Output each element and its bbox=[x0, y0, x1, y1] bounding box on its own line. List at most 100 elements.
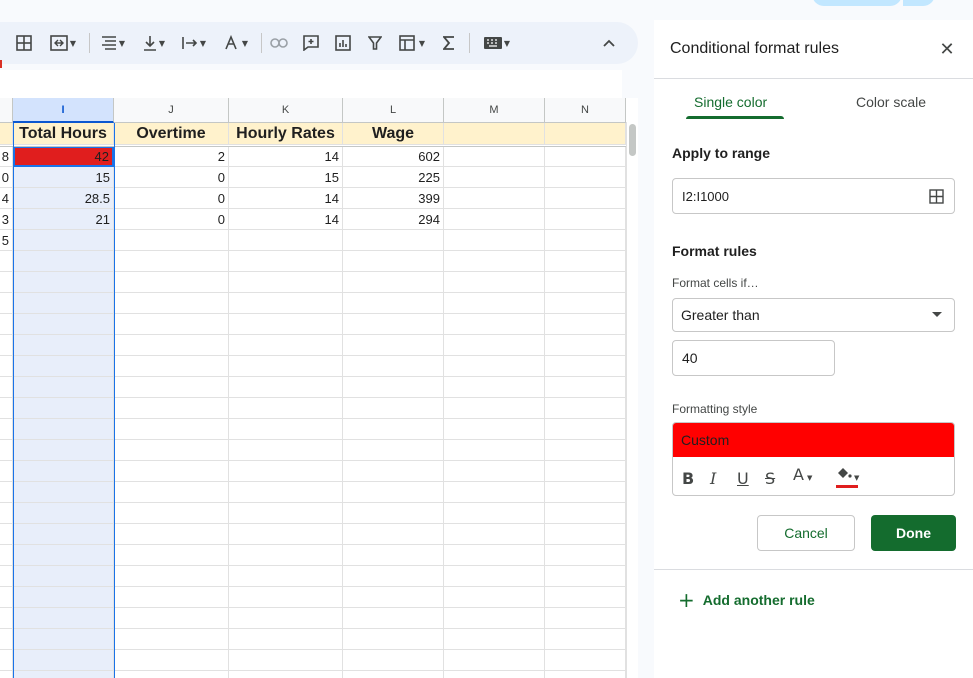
grid-cell[interactable] bbox=[545, 188, 626, 209]
grid-cell[interactable] bbox=[13, 671, 114, 678]
grid-cell[interactable] bbox=[13, 482, 114, 503]
grid-cell[interactable] bbox=[0, 650, 13, 671]
grid-cell[interactable] bbox=[114, 398, 229, 419]
style-preset-dropdown[interactable]: Custom bbox=[673, 423, 954, 457]
grid-cell[interactable] bbox=[114, 650, 229, 671]
grid-cell[interactable] bbox=[444, 356, 545, 377]
table-views-icon[interactable]: ▼ bbox=[394, 31, 430, 55]
grid-cell[interactable] bbox=[0, 482, 13, 503]
condition-value-input[interactable]: 40 bbox=[672, 340, 835, 376]
condition-select[interactable]: Greater than bbox=[672, 298, 955, 332]
grid-cell[interactable] bbox=[444, 524, 545, 545]
grid-cell[interactable] bbox=[0, 272, 13, 293]
grid-cell[interactable] bbox=[343, 356, 444, 377]
column-header[interactable]: L bbox=[343, 98, 444, 123]
header-cell[interactable] bbox=[545, 123, 626, 145]
column-header[interactable] bbox=[0, 98, 13, 123]
grid-cell[interactable] bbox=[545, 566, 626, 587]
grid-cell[interactable] bbox=[0, 587, 13, 608]
grid-cell[interactable] bbox=[545, 209, 626, 230]
grid-cell[interactable] bbox=[545, 377, 626, 398]
bold-icon[interactable]: B bbox=[682, 469, 694, 488]
grid-cell[interactable]: 294 bbox=[343, 209, 444, 230]
grid-cell[interactable] bbox=[229, 482, 343, 503]
grid-cell[interactable] bbox=[545, 314, 626, 335]
grid-cell[interactable] bbox=[545, 482, 626, 503]
grid-cell[interactable] bbox=[444, 566, 545, 587]
grid-cell[interactable] bbox=[13, 545, 114, 566]
grid-cell[interactable] bbox=[13, 272, 114, 293]
grid-cell[interactable] bbox=[444, 209, 545, 230]
grid-cell[interactable] bbox=[444, 251, 545, 272]
grid-cell[interactable] bbox=[114, 335, 229, 356]
grid-cell[interactable] bbox=[13, 377, 114, 398]
column-header[interactable]: I bbox=[13, 98, 114, 123]
header-cell[interactable]: Total Hours bbox=[13, 123, 114, 145]
grid-cell[interactable] bbox=[229, 335, 343, 356]
comment-icon[interactable] bbox=[300, 31, 322, 55]
grid-cell[interactable] bbox=[229, 566, 343, 587]
done-button[interactable]: Done bbox=[871, 515, 956, 551]
borders-icon[interactable] bbox=[14, 31, 34, 55]
grid-cell[interactable] bbox=[444, 167, 545, 188]
grid-cell[interactable] bbox=[229, 272, 343, 293]
grid-cell[interactable] bbox=[114, 566, 229, 587]
grid-cell[interactable] bbox=[343, 482, 444, 503]
grid-cell[interactable] bbox=[444, 335, 545, 356]
grid-cell[interactable] bbox=[0, 335, 13, 356]
grid-cell[interactable] bbox=[545, 146, 626, 167]
grid-cell[interactable] bbox=[444, 671, 545, 678]
column-header[interactable]: M bbox=[444, 98, 545, 123]
grid-cell[interactable]: 21 bbox=[13, 209, 114, 230]
scrollbar-thumb[interactable] bbox=[629, 124, 636, 156]
grid-cell[interactable] bbox=[343, 608, 444, 629]
grid-cell[interactable] bbox=[545, 671, 626, 678]
close-icon[interactable]: ✕ bbox=[938, 41, 956, 59]
grid-cell[interactable] bbox=[13, 587, 114, 608]
tab-single-color[interactable]: Single color bbox=[694, 94, 767, 110]
grid-cell[interactable]: 14 bbox=[229, 188, 343, 209]
grid-cell[interactable] bbox=[229, 230, 343, 251]
grid-cell[interactable] bbox=[545, 272, 626, 293]
grid-cell[interactable] bbox=[343, 314, 444, 335]
grid-cell[interactable] bbox=[13, 230, 114, 251]
grid-cell[interactable] bbox=[0, 629, 13, 650]
grid-cell[interactable] bbox=[343, 272, 444, 293]
grid-cell[interactable] bbox=[444, 419, 545, 440]
grid-cell[interactable] bbox=[343, 587, 444, 608]
grid-cell[interactable] bbox=[545, 335, 626, 356]
grid-cell[interactable] bbox=[444, 146, 545, 167]
grid-cell[interactable] bbox=[13, 566, 114, 587]
grid-cell[interactable] bbox=[114, 230, 229, 251]
grid-cell[interactable] bbox=[13, 251, 114, 272]
grid-cell[interactable] bbox=[444, 503, 545, 524]
grid-cell[interactable] bbox=[114, 251, 229, 272]
share-dropdown-button[interactable] bbox=[903, 0, 935, 6]
column-header[interactable]: K bbox=[229, 98, 343, 123]
vertical-scrollbar[interactable] bbox=[626, 122, 638, 678]
grid-cell[interactable] bbox=[545, 629, 626, 650]
grid-cell[interactable] bbox=[343, 629, 444, 650]
grid-cell[interactable] bbox=[0, 503, 13, 524]
grid-cell[interactable] bbox=[114, 440, 229, 461]
grid-cell[interactable] bbox=[114, 419, 229, 440]
grid-cell[interactable] bbox=[444, 440, 545, 461]
grid-cell[interactable] bbox=[13, 524, 114, 545]
link-icon[interactable] bbox=[268, 31, 290, 55]
grid-cell[interactable] bbox=[545, 461, 626, 482]
fill-color-icon[interactable]: ▼ bbox=[836, 465, 859, 488]
grid-cell[interactable] bbox=[229, 629, 343, 650]
grid-cell[interactable] bbox=[545, 650, 626, 671]
column-header[interactable]: J bbox=[114, 98, 229, 123]
grid-cell[interactable] bbox=[343, 440, 444, 461]
grid-cell[interactable]: 3 bbox=[0, 209, 13, 230]
text-rotation-icon[interactable]: ▼ bbox=[220, 31, 252, 55]
grid-cell[interactable] bbox=[444, 545, 545, 566]
grid-cell[interactable] bbox=[444, 608, 545, 629]
grid-cell[interactable] bbox=[0, 545, 13, 566]
grid-cell[interactable] bbox=[114, 272, 229, 293]
grid-cell[interactable] bbox=[114, 356, 229, 377]
grid-cell[interactable] bbox=[114, 608, 229, 629]
vertical-align-icon[interactable]: ▼ bbox=[139, 31, 169, 55]
grid-cell[interactable] bbox=[13, 650, 114, 671]
